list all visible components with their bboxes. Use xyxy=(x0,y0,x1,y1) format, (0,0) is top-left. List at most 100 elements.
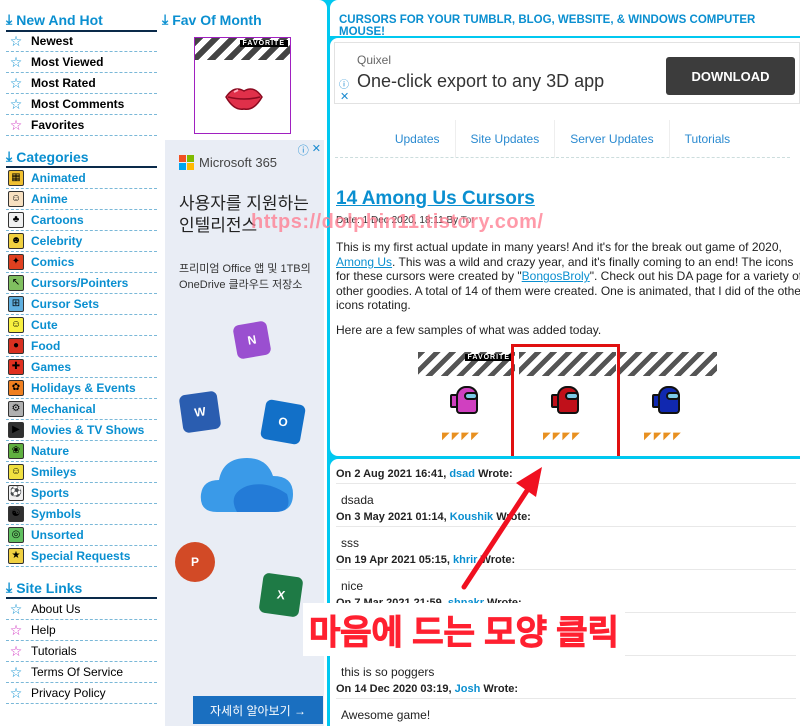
site-link-terms-of-service[interactable]: ☆ Terms Of Service xyxy=(6,662,157,683)
menu-item-label: Most Rated xyxy=(31,76,96,90)
menu-item-label: Most Comments xyxy=(31,97,125,111)
star-icon: ☆ xyxy=(9,96,23,112)
site-link-privacy-policy[interactable]: ☆ Privacy Policy xyxy=(6,683,157,704)
download-button[interactable]: DOWNLOAD xyxy=(666,57,795,95)
download-arrow-icon: ⤓ xyxy=(6,579,13,595)
category-holidays-events[interactable]: ✿ Holidays & Events xyxy=(6,378,157,399)
samples-label: Here are a few samples of what was added… xyxy=(336,323,602,337)
menu-item-label: Help xyxy=(31,623,56,637)
main-content: ⓘ ✕ Quixel One-click export to any 3D ap… xyxy=(330,38,800,456)
comments-section: On 2 Aug 2021 16:41, dsad Wrote: dsada On … xyxy=(330,459,800,726)
menu-item-label: Privacy Policy xyxy=(31,686,106,700)
category-label: Animated xyxy=(31,171,86,185)
category-label: Cursors/Pointers xyxy=(31,276,129,290)
comment-text: sss xyxy=(341,536,359,550)
category-label: Mechanical xyxy=(31,402,96,416)
comment: On 2 Aug 2021 16:41, dsad Wrote: dsada xyxy=(336,464,796,507)
category-label: Holidays & Events xyxy=(31,381,136,395)
category-cursor-sets[interactable]: ⊞ Cursor Sets xyxy=(6,294,157,315)
new-and-hot-menu: ☆ Newest ☆ Most Viewed ☆ Most Rated ☆ Most Comm… xyxy=(6,31,157,136)
sample-cursor[interactable]: ◤ ◤ ◤ ◤ xyxy=(620,352,717,449)
symbols-icon: ☯ xyxy=(8,506,24,522)
tab-tutorials[interactable]: Tutorials xyxy=(668,120,746,158)
category-cursors-pointers[interactable]: ↖ Cursors/Pointers xyxy=(6,273,157,294)
category-label: Celebrity xyxy=(31,234,83,248)
category-label: Nature xyxy=(31,444,70,458)
nav-item-newest[interactable]: ☆ Newest xyxy=(6,31,157,52)
info-icon[interactable]: ⓘ xyxy=(339,76,349,91)
info-icon[interactable]: ⓘ xyxy=(298,142,309,158)
site-link-about-us[interactable]: ☆ About Us xyxy=(6,599,157,620)
category-sports[interactable]: ⚽ Sports xyxy=(6,483,157,504)
comment-user[interactable]: Josh xyxy=(455,683,481,695)
category-games[interactable]: ✚ Games xyxy=(6,357,157,378)
comment-text: Awesome game! xyxy=(341,708,431,722)
nav-item-most-rated[interactable]: ☆ Most Rated xyxy=(6,73,157,94)
nav-item-favorites[interactable]: ☆ Favorites xyxy=(6,115,157,136)
movies-icon: ▶ xyxy=(8,422,24,438)
category-comics[interactable]: ✦ Comics xyxy=(6,252,157,273)
among-us-link[interactable]: Among Us xyxy=(336,255,392,269)
learn-more-button[interactable]: 자세히 알아보기 → xyxy=(193,696,323,724)
nav-item-most-viewed[interactable]: ☆ Most Viewed xyxy=(6,52,157,73)
tab-site-updates[interactable]: Site Updates xyxy=(454,120,555,158)
category-food[interactable]: ● Food xyxy=(6,336,157,357)
category-special-requests[interactable]: ★ Special Requests xyxy=(6,546,157,567)
ad-choices[interactable]: ⓘ ✕ xyxy=(298,142,321,158)
powerpoint-icon: P xyxy=(175,542,215,582)
nav-item-most-comments[interactable]: ☆ Most Comments xyxy=(6,94,157,115)
menu-item-label: Newest xyxy=(31,34,74,48)
category-symbols[interactable]: ☯ Symbols xyxy=(6,504,157,525)
category-label: Smileys xyxy=(31,465,77,479)
new-and-hot-title: ⤓ New And Hot xyxy=(6,11,103,28)
comment-date: On 3 May 2021 01:14, xyxy=(336,511,447,523)
category-celebrity[interactable]: ☻ Celebrity xyxy=(6,231,157,252)
site-link-help[interactable]: ☆ Help xyxy=(6,620,157,641)
category-cute[interactable]: ☺ Cute xyxy=(6,315,157,336)
category-nature[interactable]: ❀ Nature xyxy=(6,441,157,462)
comment-date: On 2 Aug 2021 16:41, xyxy=(336,468,447,480)
celebrity-icon: ☻ xyxy=(8,233,24,249)
close-icon[interactable]: ✕ xyxy=(340,90,349,103)
star-icon: ☆ xyxy=(9,664,23,680)
tab-server-updates[interactable]: Server Updates xyxy=(554,120,668,158)
site-link-tutorials[interactable]: ☆ Tutorials xyxy=(6,641,157,662)
download-arrow-icon: ⤓ xyxy=(6,11,13,27)
category-label: Unsorted xyxy=(31,528,84,542)
fav-of-month-title: ⤓ Fav Of Month xyxy=(162,11,262,28)
sample-cursor[interactable]: FAVORITE ◤ ◤ ◤ ◤ xyxy=(418,352,515,449)
category-mechanical[interactable]: ⚙ Mechanical xyxy=(6,399,157,420)
category-label: Food xyxy=(31,339,61,353)
cursor-sets-icon: ⊞ xyxy=(8,296,24,312)
comment-header: On 2 Aug 2021 16:41, dsad Wrote: xyxy=(336,464,796,484)
onedrive-cloud-icon xyxy=(197,450,297,516)
anime-icon: ☺ xyxy=(8,191,24,207)
download-arrow-icon: ⤓ xyxy=(162,11,169,27)
menu-item-label: Tutorials xyxy=(31,644,77,658)
categories-title: ⤓ Categories xyxy=(6,148,89,165)
word-icon: W xyxy=(178,390,222,434)
post-title[interactable]: 14 Among Us Cursors xyxy=(336,188,535,210)
crewmate-icon xyxy=(652,386,682,418)
bongosbroly-link[interactable]: BongosBroly xyxy=(522,269,590,283)
tab-updates[interactable]: Updates xyxy=(380,120,455,158)
cursor-arrows-icon: ◤ ◤ ◤ ◤ xyxy=(442,431,479,442)
category-anime[interactable]: ☺ Anime xyxy=(6,189,157,210)
ms-brand: Microsoft 365 xyxy=(179,155,277,170)
category-cartoons[interactable]: ♣ Cartoons xyxy=(6,210,157,231)
watermark: https://dolphin11.tistory.com/ xyxy=(251,211,544,233)
close-icon[interactable]: ✕ xyxy=(312,142,321,158)
comment-date: On 19 Apr 2021 05:15, xyxy=(336,554,450,566)
comment-text: dsada xyxy=(341,493,374,507)
instruction-label: 마음에 드는 모양 클릭 xyxy=(303,603,625,656)
cute-icon: ☺ xyxy=(8,317,24,333)
category-label: Games xyxy=(31,360,72,374)
comment: On 14 Dec 2020 03:19, Josh Wrote: Awesome… xyxy=(336,679,796,722)
ad-title[interactable]: One-click export to any 3D app xyxy=(357,71,604,92)
category-animated[interactable]: ▦ Animated xyxy=(6,168,157,189)
quixel-ad[interactable]: ⓘ ✕ Quixel One-click export to any 3D ap… xyxy=(334,42,800,104)
category-movies-tv-shows[interactable]: ▶ Movies & TV Shows xyxy=(6,420,157,441)
category-unsorted[interactable]: ◎ Unsorted xyxy=(6,525,157,546)
category-smileys[interactable]: ☺ Smileys xyxy=(6,462,157,483)
fav-of-month-cursor[interactable]: FAVORITE xyxy=(194,37,291,134)
